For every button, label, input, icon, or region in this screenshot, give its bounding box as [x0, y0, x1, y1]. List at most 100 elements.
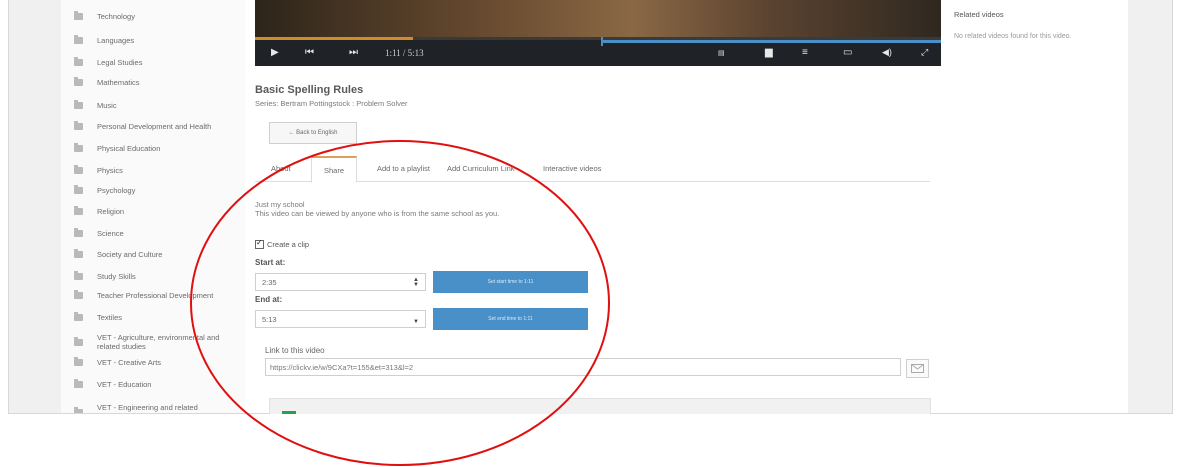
sidebar-item[interactable]: Languages	[74, 35, 135, 45]
player-controls: ▶ ⏮ ⏭ 1:11 / 5:13 ▤ ▆ ≡ ▭ ◀) ⤢	[255, 37, 941, 66]
captions-icon[interactable]: ▤	[718, 49, 725, 57]
checkbox-icon[interactable]	[255, 238, 264, 249]
sidebar-item[interactable]: VET - Engineering and related technologi…	[74, 403, 237, 413]
create-clip-label: Create a clip	[267, 240, 310, 249]
folder-icon	[74, 379, 83, 388]
embed-panel	[269, 398, 931, 414]
sidebar-item[interactable]: Technology	[74, 11, 135, 21]
category-sidebar: Technology Languages Legal Studies Mathemat…	[61, 0, 246, 413]
sidebar-item-label: Physics	[97, 166, 123, 175]
sidebar-item-label: VET - Creative Arts	[97, 358, 162, 367]
start-label: Start at:	[255, 258, 286, 267]
folder-icon	[74, 228, 83, 237]
tab-share[interactable]: Share	[311, 156, 357, 183]
folder-icon	[74, 77, 83, 86]
folder-icon	[74, 143, 83, 152]
sidebar-item[interactable]: Legal Studies	[74, 57, 143, 67]
sidebar-item-label: Teacher Professional Development	[97, 291, 214, 300]
tab-about[interactable]: About	[271, 164, 291, 173]
sidebar-item[interactable]: Textiles	[74, 312, 123, 322]
sidebar-item-label: Technology	[97, 12, 135, 21]
set-end-time-button[interactable]: Set end time to 1:11	[433, 308, 588, 330]
folder-icon	[74, 57, 83, 66]
sidebar-item[interactable]: Psychology	[74, 185, 136, 195]
email-share-button[interactable]	[906, 359, 929, 378]
sidebar-item[interactable]: Physics	[74, 165, 123, 175]
link-label: Link to this video	[265, 346, 325, 355]
sidebar-item[interactable]: Personal Development and Health	[74, 121, 212, 131]
main-content: ▶ ⏮ ⏭ 1:11 / 5:13 ▤ ▆ ≡ ▭ ◀) ⤢ Basic Spe…	[245, 0, 942, 414]
sidebar-item[interactable]: Society and Culture	[74, 249, 163, 259]
folder-icon	[74, 312, 83, 321]
sidebar-item-label: Personal Development and Health	[97, 122, 212, 131]
sidebar-item-label: Religion	[97, 207, 125, 216]
sidebar-item-label: Music	[97, 101, 117, 110]
video-link-input[interactable]: https://clickv.ie/w/9CXa?t=155&et=313&l=…	[265, 358, 901, 376]
related-videos-panel: Related videos No related videos found f…	[942, 0, 1128, 413]
sidebar-item[interactable]: Study Skills	[74, 271, 136, 281]
folder-icon	[74, 406, 83, 413]
sidebar-item[interactable]: Mathematics	[74, 77, 140, 87]
volume-icon[interactable]: ◀)	[882, 47, 892, 58]
stepper-icon[interactable]: ▼	[413, 319, 419, 325]
sidebar-item[interactable]: Science	[74, 228, 124, 238]
folder-icon	[74, 35, 83, 44]
create-clip-checkbox[interactable]: Create a clip	[255, 238, 310, 249]
fullscreen-icon[interactable]: ⤢	[921, 47, 928, 58]
green-icon	[282, 411, 296, 414]
folder-icon	[74, 11, 83, 20]
sidebar-item-label: Psychology	[97, 186, 136, 195]
video-title: Basic Spelling Rules	[255, 84, 364, 96]
video-frame[interactable]	[255, 0, 941, 40]
tab-interactive-videos[interactable]: Interactive videos	[543, 164, 601, 173]
end-time-value: 5:13	[262, 314, 277, 324]
folder-icon	[74, 249, 83, 258]
sidebar-item-label: Society and Culture	[97, 250, 163, 259]
tab-add-curriculum-link[interactable]: Add Curriculum Link	[447, 164, 515, 173]
sidebar-item[interactable]: Physical Education	[74, 143, 161, 153]
list-icon[interactable]: ≡	[802, 47, 808, 58]
folder-icon	[74, 271, 83, 280]
sidebar-item[interactable]: VET - Agriculture, environmental and rel…	[74, 333, 237, 351]
volume-track[interactable]	[601, 37, 941, 46]
folder-icon	[74, 100, 83, 109]
sidebar-item[interactable]: VET - Education	[74, 379, 152, 389]
sidebar-item-label: Study Skills	[97, 272, 136, 281]
folder-icon	[74, 357, 83, 366]
play-icon[interactable]: ▶	[271, 47, 279, 58]
envelope-icon	[911, 364, 924, 373]
end-time-input[interactable]: 5:13 ▼	[255, 310, 426, 328]
stepper-icon[interactable]: ▲ ▼	[413, 277, 419, 288]
skip-back-icon[interactable]: ⏮	[305, 47, 314, 58]
skip-forward-icon[interactable]: ⏭	[349, 47, 358, 58]
sidebar-item-label: VET - Education	[97, 380, 152, 389]
tab-add-to-playlist[interactable]: Add to a playlist	[377, 164, 430, 173]
sidebar-item-label: Textiles	[97, 313, 123, 322]
set-start-time-button[interactable]: Set start time to 1:11	[433, 271, 588, 293]
screen-icon[interactable]: ▭	[843, 47, 852, 58]
sidebar-item[interactable]: Music	[74, 100, 117, 110]
sidebar-item[interactable]: VET - Creative Arts	[74, 357, 162, 367]
privacy-title: Just my school	[255, 200, 305, 209]
sidebar-item-label: VET - Agriculture, environmental and rel…	[97, 333, 220, 351]
folder-icon	[74, 336, 83, 346]
start-time-input[interactable]: 2:35 ▲ ▼	[255, 273, 426, 291]
sidebar-item-label: Languages	[97, 36, 135, 45]
folder-icon	[74, 290, 83, 299]
related-videos-title: Related videos	[954, 10, 1004, 19]
sidebar-item[interactable]: Teacher Professional Development	[74, 290, 214, 300]
time-display: 1:11 / 5:13	[385, 48, 424, 58]
sidebar-item[interactable]: Religion	[74, 206, 125, 216]
start-time-value: 2:35	[262, 277, 277, 287]
page-frame: Technology Languages Legal Studies Mathemat…	[8, 0, 1173, 414]
video-series: Series: Bertram Pottingstock : Problem S…	[255, 99, 408, 108]
folder-icon	[74, 206, 83, 215]
bookmark-icon[interactable]: ▆	[765, 47, 773, 58]
tab-bar: About Share Add to a playlist Add Curric…	[255, 156, 930, 183]
sidebar-item-label: Physical Education	[97, 144, 161, 153]
back-button[interactable]: ← Back to English	[269, 122, 357, 144]
related-videos-empty: No related videos found for this video.	[954, 33, 1072, 40]
folder-icon	[74, 121, 83, 130]
folder-icon	[74, 185, 83, 194]
sidebar-item-label: Legal Studies	[97, 58, 143, 67]
